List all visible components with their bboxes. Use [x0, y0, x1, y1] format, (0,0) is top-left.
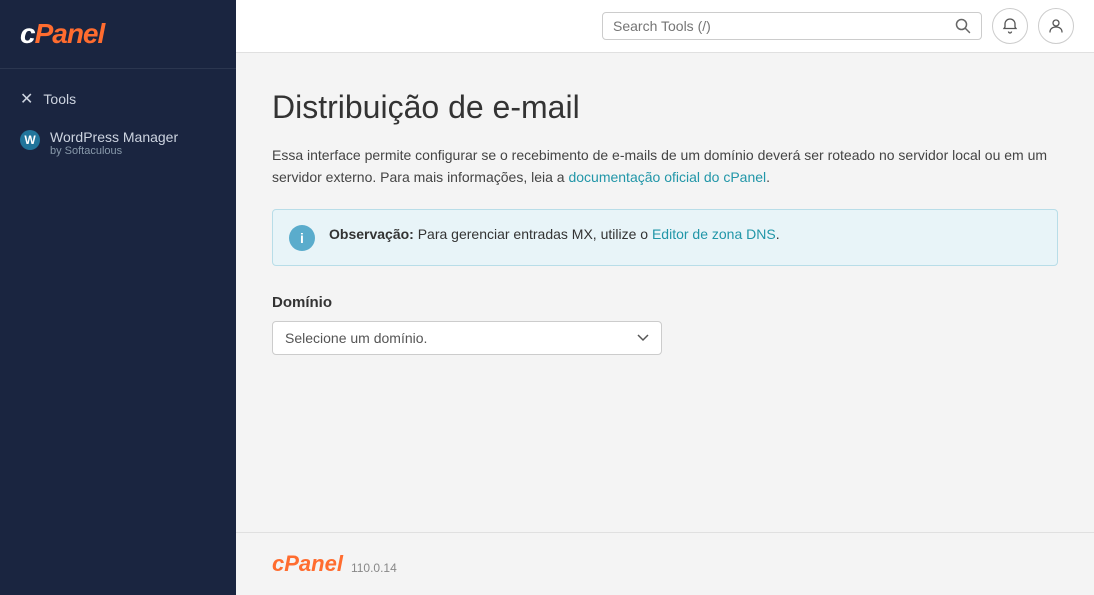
sidebar-item-wordpress-manager[interactable]: W WordPress Manager by Softaculous	[0, 119, 236, 167]
description-text-2: .	[766, 169, 770, 185]
bell-icon	[1002, 18, 1018, 34]
tools-icon: ✕	[20, 89, 33, 109]
sidebar-item-tools-label: Tools	[43, 91, 76, 107]
sidebar: cPanel ✕ Tools W WordPress Manager by So…	[0, 0, 236, 595]
notifications-button[interactable]	[992, 8, 1028, 44]
footer: cPanel 110.0.14	[236, 532, 1094, 595]
cpanel-logo-text: cPanel	[20, 18, 216, 50]
search-bar	[602, 12, 982, 40]
domain-select[interactable]: Selecione um domínio.	[272, 321, 662, 355]
wordpress-text-group: WordPress Manager by Softaculous	[50, 129, 178, 157]
search-button[interactable]	[955, 18, 971, 34]
info-end: .	[776, 226, 780, 242]
footer-logo: cPanel	[272, 551, 343, 577]
info-text-content: Para gerenciar entradas MX, utilize o	[414, 226, 652, 242]
wordpress-label: WordPress Manager	[50, 129, 178, 145]
page-description: Essa interface permite configurar se o r…	[272, 144, 1058, 189]
search-input[interactable]	[613, 18, 949, 34]
content-area: Distribuição de e-mail Essa interface pe…	[236, 53, 1094, 532]
logo-panel: Panel	[35, 18, 105, 49]
dns-zone-editor-link[interactable]: Editor de zona DNS	[652, 226, 776, 242]
sidebar-logo: cPanel	[0, 0, 236, 69]
info-box-text: Observação: Para gerenciar entradas MX, …	[329, 224, 780, 245]
header	[236, 0, 1094, 53]
sidebar-nav: ✕ Tools W WordPress Manager by Softaculo…	[0, 69, 236, 177]
main-area: Distribuição de e-mail Essa interface pe…	[236, 0, 1094, 595]
page-title: Distribuição de e-mail	[272, 89, 1058, 126]
footer-version: 110.0.14	[351, 561, 397, 575]
domain-label: Domínio	[272, 294, 1058, 311]
wordpress-icon: W	[20, 130, 40, 150]
wordpress-sub: by Softaculous	[50, 145, 178, 157]
cpanel-docs-link[interactable]: documentação oficial do cPanel	[568, 169, 766, 185]
info-icon: i	[289, 225, 315, 251]
logo-c: c	[20, 18, 35, 49]
info-box: i Observação: Para gerenciar entradas MX…	[272, 209, 1058, 266]
footer-logo-text: cPanel	[272, 551, 343, 576]
search-icon	[955, 18, 971, 34]
info-bold: Observação:	[329, 226, 414, 242]
sidebar-item-tools[interactable]: ✕ Tools	[0, 79, 236, 119]
user-icon	[1048, 18, 1064, 34]
footer-panel-text: Panel	[284, 551, 343, 576]
user-button[interactable]	[1038, 8, 1074, 44]
